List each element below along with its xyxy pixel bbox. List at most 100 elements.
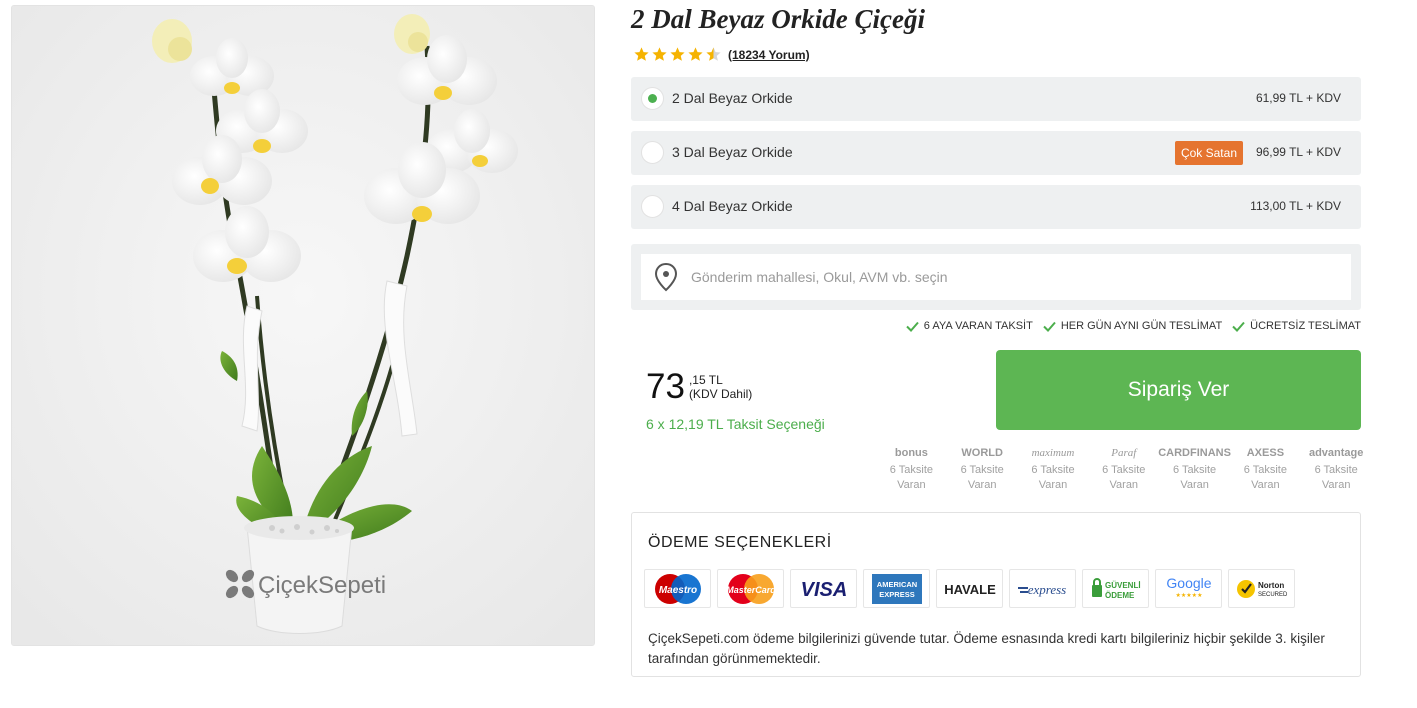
radio-unselected-icon[interactable] (641, 141, 664, 164)
google-reviews-logo: Google ★★★★★ (1155, 569, 1222, 608)
mastercard-logo: MasterCard (717, 569, 784, 608)
svg-text:express: express (1027, 582, 1066, 597)
payment-options-title: ÖDEME SEÇENEKLERİ (648, 534, 832, 551)
check-icon (1043, 321, 1056, 332)
bank-installment-line2: Varan (1038, 479, 1068, 491)
cardfinans-logo: CARDFINANS (1158, 447, 1231, 459)
secure-payment-logo: GÜVENLİ ÖDEME (1082, 569, 1149, 608)
feature-label: 6 AYA VARAN TAKSİT (923, 320, 1033, 332)
feature-label: HER GÜN AYNI GÜN TESLİMAT (1060, 320, 1223, 332)
world-logo: WORLD (961, 447, 1003, 459)
installment-option[interactable]: 6 x 12,19 TL Taksit Seçeneği (646, 416, 825, 432)
star-full-icon (670, 47, 685, 61)
payment-options: ÖDEME SEÇENEKLERİ Maestro MasterCard VIS… (631, 512, 1361, 677)
variant-label: 4 Dal Beyaz Orkide (672, 198, 793, 214)
bank-installment-line1: 6 Taksite (960, 464, 1004, 476)
svg-text:HAVALE: HAVALE (944, 582, 996, 597)
price-details: ,15 TL (KDV Dahil) (689, 373, 752, 401)
variant-price: 61,99 TL + KDV (1255, 91, 1341, 105)
bank-bonus: bonus 6 Taksite Varan (876, 444, 947, 492)
bank-installment-line2: Varan (1180, 479, 1209, 491)
delivery-address-input[interactable]: Gönderim mahallesi, Okul, AVM vb. seçin (641, 254, 1351, 300)
svg-text:★★★★★: ★★★★★ (1175, 592, 1202, 599)
star-full-icon (634, 47, 649, 61)
bank-axess: AXESS 6 Taksite Varan (1230, 444, 1301, 492)
radio-unselected-icon[interactable] (641, 195, 664, 218)
bank-installment-line1: 6 Taksite (1031, 464, 1075, 476)
svg-text:GÜVENLİ: GÜVENLİ (1105, 581, 1141, 590)
location-pin-icon (654, 262, 678, 292)
advantage-logo: advantage (1308, 447, 1364, 459)
price: 73 ,15 TL (KDV Dahil) (646, 368, 825, 406)
product-image[interactable]: ÇiçekSepeti (11, 5, 595, 646)
variant-price: 113,00 TL + KDV (1250, 199, 1341, 213)
order-button[interactable]: Sipariş Ver (996, 350, 1361, 430)
bank-installment-line2: Varan (1109, 479, 1139, 491)
price-block: 73 ,15 TL (KDV Dahil) 6 x 12,19 TL Taksi… (646, 368, 825, 433)
variant-label: 2 Dal Beyaz Orkide (672, 90, 793, 106)
bank-cardfinans: CARDFINANS 6 Taksite Varan (1158, 444, 1231, 492)
payment-logo-list: Maestro MasterCard VISA AMERICAN EXPRESS (644, 569, 1301, 608)
bank-installment-line2: Varan (897, 479, 926, 491)
price-fraction: ,15 TL (688, 373, 723, 387)
bank-paraf: Paraf 6 Taksite Varan (1088, 444, 1159, 492)
bestseller-badge: Çok Satan (1174, 141, 1243, 165)
star-full-icon (688, 47, 703, 61)
price-tax-note: (KDV Dahil) (688, 387, 753, 401)
variant-option-2-dal[interactable]: 2 Dal Beyaz Orkide 61,99 TL + KDV (631, 77, 1361, 121)
feature-list: 6 AYA VARAN TAKSİT HER GÜN AYNI GÜN TESL… (906, 320, 1361, 332)
rating: (18234 Yorum) (633, 46, 810, 63)
maestro-logo: Maestro (644, 569, 711, 608)
maximum-logo: maximum (1031, 447, 1075, 459)
variant-option-4-dal[interactable]: 4 Dal Beyaz Orkide 113,00 TL + KDV (631, 185, 1361, 229)
axess-logo: AXESS (1246, 447, 1285, 459)
visa-logo: VISA (790, 569, 857, 608)
bank-installment-line1: 6 Taksite (1243, 464, 1287, 476)
bank-installment-line2: Varan (1251, 479, 1280, 491)
variant-option-3-dal[interactable]: 3 Dal Beyaz Orkide Çok Satan 96,99 TL + … (631, 131, 1361, 175)
watermark-text: ÇiçekSepeti (258, 572, 386, 599)
havale-logo: HAVALE (936, 569, 1003, 608)
svg-text:Norton: Norton (1258, 581, 1284, 590)
rating-stars (633, 46, 722, 63)
orchid-illustration: ÇiçekSepeti (12, 6, 594, 645)
feature-label: ÜCRETSİZ TESLİMAT (1250, 320, 1361, 332)
american-express-logo: AMERICAN EXPRESS (863, 569, 930, 608)
bank-installment-line1: 6 Taksite (1314, 464, 1358, 476)
paraf-logo: Paraf (1111, 447, 1137, 459)
payment-security-note: ÇiçekSepeti.com ödeme bilgilerinizi güve… (648, 631, 1325, 666)
address-placeholder: Gönderim mahallesi, Okul, AVM vb. seçin (691, 269, 948, 285)
svg-text:SECURED: SECURED (1258, 592, 1288, 598)
svg-text:EXPRESS: EXPRESS (879, 590, 914, 599)
check-icon (906, 321, 919, 332)
variant-price: 96,99 TL + KDV (1255, 145, 1341, 159)
norton-secured-logo: Norton SECURED (1228, 569, 1295, 608)
bank-world: WORLD 6 Taksite Varan (947, 444, 1018, 492)
variant-label: 3 Dal Beyaz Orkide (672, 144, 793, 160)
svg-text:Maestro: Maestro (658, 585, 696, 596)
bank-installment-line2: Varan (967, 479, 997, 491)
bonus-logo: bonus (894, 447, 928, 459)
star-half-icon (706, 47, 721, 61)
reviews-link[interactable]: (18234 Yorum) (728, 48, 810, 62)
product-title: 2 Dal Beyaz Orkide Çiçeği (631, 4, 925, 34)
svg-text:AMERICAN: AMERICAN (876, 580, 916, 589)
bkm-express-logo: express (1009, 569, 1076, 608)
feature-item: HER GÜN AYNI GÜN TESLİMAT (1043, 320, 1222, 332)
bank-installment-list: bonus 6 Taksite Varan WORLD 6 Taksite Va… (876, 444, 1372, 492)
bank-installment-line1: 6 Taksite (889, 464, 933, 476)
variant-list: 2 Dal Beyaz Orkide 61,99 TL + KDV 3 Dal … (631, 77, 1361, 239)
feature-item: 6 AYA VARAN TAKSİT (906, 320, 1033, 332)
product-details: 2 Dal Beyaz Orkide Çiçeği (18234 Yorum) … (631, 0, 1363, 708)
bank-installment-line2: Varan (1321, 479, 1351, 491)
radio-selected-icon[interactable] (641, 87, 664, 110)
bank-installment-line1: 6 Taksite (1172, 464, 1217, 476)
bank-maximum: maximum 6 Taksite Varan (1018, 444, 1089, 492)
svg-text:MasterCard: MasterCard (726, 585, 776, 595)
delivery-address-box: Gönderim mahallesi, Okul, AVM vb. seçin (631, 244, 1361, 310)
price-integer: 73 (646, 367, 685, 406)
feature-item: ÜCRETSİZ TESLİMAT (1232, 320, 1361, 332)
svg-text:ÖDEME: ÖDEME (1105, 591, 1135, 600)
svg-text:Google: Google (1166, 575, 1211, 591)
check-icon (1232, 321, 1245, 332)
